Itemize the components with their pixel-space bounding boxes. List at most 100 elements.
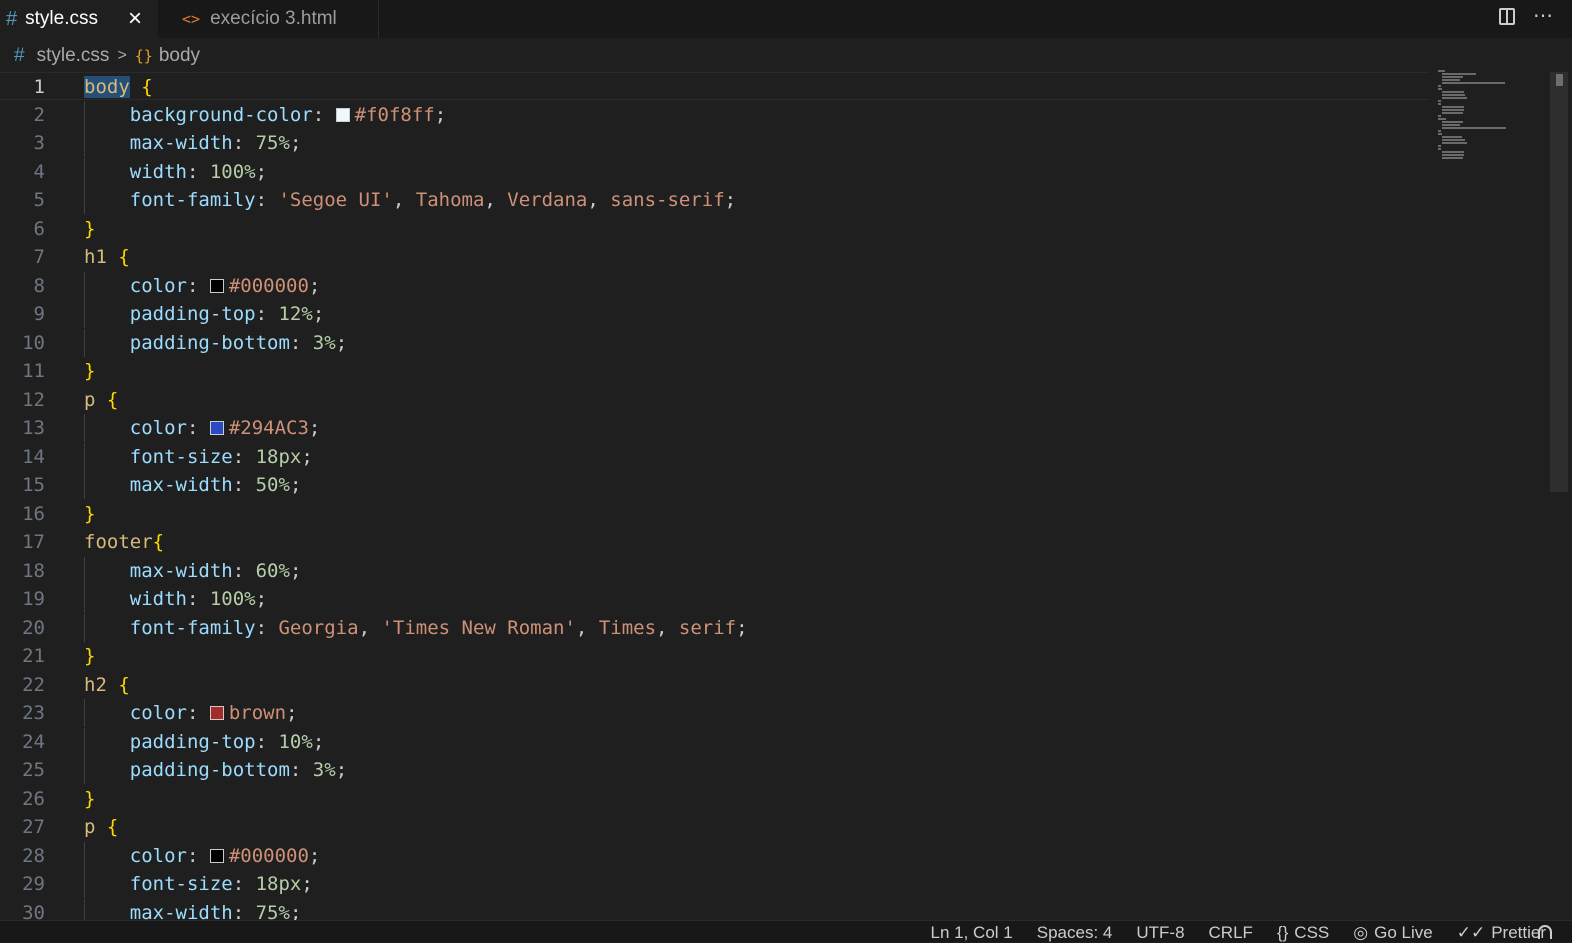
- scrollbar-thumb[interactable]: [1556, 74, 1563, 86]
- language-mode[interactable]: {} CSS: [1277, 923, 1329, 943]
- code-text: font-size: 18px;: [84, 443, 313, 471]
- code-token: 'Times New Roman': [381, 616, 576, 639]
- code-line[interactable]: 11}: [0, 357, 1430, 385]
- vertical-scrollbar[interactable]: [1550, 72, 1568, 492]
- code-text: padding-bottom: 3%;: [84, 329, 347, 357]
- tab-style-css[interactable]: # style.css ×: [0, 0, 158, 38]
- code-token: :: [255, 730, 279, 753]
- code-token: :: [255, 616, 279, 639]
- code-line[interactable]: 20 font-family: Georgia, 'Times New Roma…: [0, 613, 1430, 642]
- close-icon[interactable]: ×: [128, 7, 142, 31]
- line-number: 17: [22, 531, 45, 553]
- code-token: :: [255, 303, 279, 325]
- bell-icon[interactable]: [1538, 925, 1552, 939]
- minimap-line: [1442, 136, 1462, 138]
- code-line[interactable]: 16}: [0, 500, 1430, 528]
- code-line[interactable]: 12 p {: [0, 386, 1430, 414]
- code-line[interactable]: 1 body {: [0, 72, 1430, 100]
- color-swatch[interactable]: [209, 706, 224, 720]
- color-swatch[interactable]: [209, 848, 224, 863]
- code-line[interactable]: 2 background-color: #f0f8ff;: [0, 100, 1430, 129]
- code-token: {: [106, 816, 119, 838]
- breadcrumb: # style.css > {} body: [0, 38, 1572, 74]
- code-token: :: [186, 274, 210, 297]
- code-line[interactable]: 30 max-width: 75%;: [0, 898, 1430, 920]
- code-line[interactable]: 7 h1 {: [0, 243, 1430, 271]
- code-line[interactable]: 27 p {: [0, 813, 1430, 841]
- code-token: color: [84, 844, 187, 867]
- line-number: 9: [33, 303, 45, 325]
- eol-setting[interactable]: CRLF: [1209, 923, 1253, 943]
- code-line[interactable]: 25 padding-bottom: 3%;: [0, 756, 1430, 784]
- code-line[interactable]: 13 color: #294AC3;: [0, 414, 1430, 442]
- code-line[interactable]: 26}: [0, 785, 1430, 813]
- split-editor-icon[interactable]: [1499, 7, 1515, 25]
- code-text: padding-bottom: 3%;: [84, 756, 347, 784]
- code-line[interactable]: 6}: [0, 215, 1430, 243]
- line-number: 8: [33, 274, 45, 297]
- code-token: ;: [736, 616, 748, 639]
- minimap-line: [1442, 97, 1468, 99]
- code-line[interactable]: 15 max-width: 50%;: [0, 471, 1430, 499]
- code-token: max-width: [84, 474, 233, 496]
- line-number: 26: [22, 787, 45, 810]
- code-line[interactable]: 9 padding-top: 12%;: [0, 300, 1430, 328]
- color-swatch[interactable]: [335, 107, 350, 122]
- line-number: 12: [22, 388, 45, 411]
- code-editor[interactable]: 1 body {2 background-color: #f0f8ff; 3 max…: [0, 72, 1430, 920]
- code-text: padding-top: 10%;: [84, 728, 325, 756]
- code-token: :: [232, 873, 256, 895]
- encoding-setting[interactable]: UTF-8: [1136, 923, 1184, 943]
- code-line[interactable]: 24 padding-top: 10%;: [0, 727, 1430, 756]
- line-number: 20: [22, 616, 45, 639]
- broadcast-icon: ◎: [1353, 923, 1369, 942]
- more-actions-icon[interactable]: ⋯: [1533, 6, 1554, 26]
- line-number: 1: [33, 76, 45, 98]
- code-token: ,: [656, 616, 679, 639]
- code-line[interactable]: 14 font-size: 18px;: [0, 442, 1430, 471]
- go-live-button[interactable]: ◎ Go Live: [1353, 923, 1432, 943]
- code-line[interactable]: 10 padding-bottom: 3%;: [0, 328, 1430, 357]
- minimap[interactable]: [1436, 70, 1546, 170]
- code-line[interactable]: 3 max-width: 75%;: [0, 129, 1430, 157]
- code-token: Georgia: [278, 616, 359, 639]
- code-line[interactable]: 5 font-family: 'Segoe UI', Tahoma, Verda…: [0, 186, 1430, 214]
- color-swatch[interactable]: [209, 421, 224, 435]
- minimap-line: [1442, 73, 1477, 75]
- code-line[interactable]: 8 color: #000000;: [0, 271, 1430, 300]
- cursor-position[interactable]: Ln 1, Col 1: [931, 923, 1013, 943]
- status-bar: Ln 1, Col 1 Spaces: 4 UTF-8 CRLF {} CSS …: [0, 920, 1572, 942]
- code-line[interactable]: 19 width: 100%;: [0, 585, 1430, 613]
- code-token: 50%: [255, 474, 290, 496]
- tab-execicio-3-html[interactable]: <> execício 3.html: [158, 0, 379, 38]
- prettier-button[interactable]: ✓✓ Prettier: [1457, 923, 1546, 943]
- code-text: padding-top: 12%;: [84, 300, 325, 328]
- code-token: #000000: [228, 274, 309, 297]
- code-token: }: [84, 217, 96, 240]
- code-line[interactable]: 21}: [0, 642, 1430, 670]
- code-token: color: [84, 274, 187, 297]
- line-number: 15: [22, 474, 45, 496]
- code-token: {: [106, 388, 119, 411]
- code-line[interactable]: 28 color: #000000;: [0, 841, 1430, 870]
- color-swatch[interactable]: [209, 278, 224, 293]
- line-number: 4: [33, 160, 45, 183]
- line-number: 27: [22, 816, 45, 838]
- line-number: 23: [22, 702, 45, 724]
- code-line[interactable]: 22 h2 {: [0, 671, 1430, 699]
- line-number: 13: [22, 417, 45, 439]
- indentation-setting[interactable]: Spaces: 4: [1037, 923, 1113, 943]
- minimap-line: [1442, 106, 1464, 108]
- code-line[interactable]: 4 width: 100%;: [0, 157, 1430, 186]
- code-line[interactable]: 18 max-width: 60%;: [0, 556, 1430, 585]
- code-text: max-width: 60%;: [84, 557, 302, 585]
- code-token: :: [186, 417, 210, 439]
- code-text: body {: [84, 73, 153, 101]
- code-line[interactable]: 29 font-size: 18px;: [0, 870, 1430, 898]
- breadcrumb-symbol[interactable]: body: [159, 45, 200, 67]
- code-token: padding-top: [84, 730, 256, 753]
- code-line[interactable]: 23 color: brown;: [0, 699, 1430, 727]
- code-line[interactable]: 17 footer{: [0, 528, 1430, 556]
- breadcrumb-file[interactable]: style.css: [37, 45, 110, 67]
